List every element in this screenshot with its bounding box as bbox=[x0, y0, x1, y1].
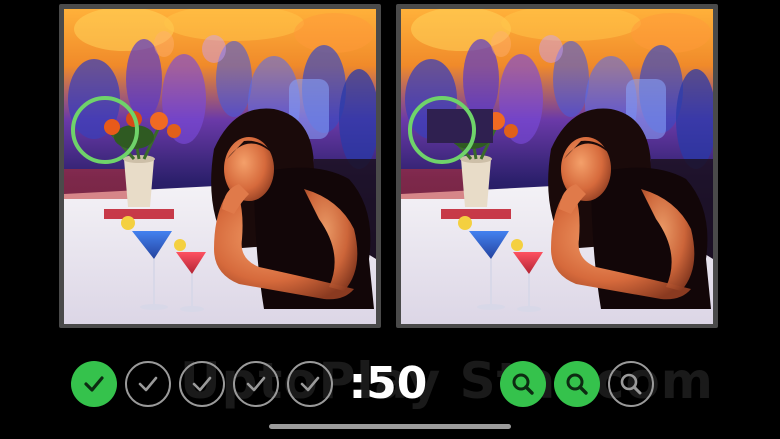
check-icon bbox=[300, 376, 320, 392]
check-icon bbox=[138, 376, 158, 392]
difference-indicator-1 bbox=[71, 361, 117, 407]
check-icon bbox=[192, 376, 212, 392]
bar-scene-image[interactable] bbox=[64, 9, 376, 324]
bar-scene-image[interactable] bbox=[401, 9, 713, 324]
countdown-timer: :50 bbox=[348, 358, 428, 409]
magnifier-icon bbox=[566, 373, 588, 395]
hint-button-1[interactable] bbox=[500, 361, 546, 407]
check-icon bbox=[246, 376, 266, 392]
difference-indicator-2 bbox=[125, 361, 171, 407]
original-image-panel[interactable] bbox=[59, 4, 381, 328]
home-indicator[interactable] bbox=[269, 424, 511, 429]
modified-image-panel[interactable] bbox=[396, 4, 718, 328]
difference-indicator-5 bbox=[287, 361, 333, 407]
magnifier-icon bbox=[512, 373, 534, 395]
magnifier-icon bbox=[620, 373, 642, 395]
difference-indicator-4 bbox=[233, 361, 279, 407]
game-screen: UptoPlay Star.com :50 bbox=[0, 0, 780, 439]
check-icon bbox=[84, 376, 104, 392]
hint-button-3[interactable] bbox=[608, 361, 654, 407]
difference-indicator-3 bbox=[179, 361, 225, 407]
hint-button-2[interactable] bbox=[554, 361, 600, 407]
